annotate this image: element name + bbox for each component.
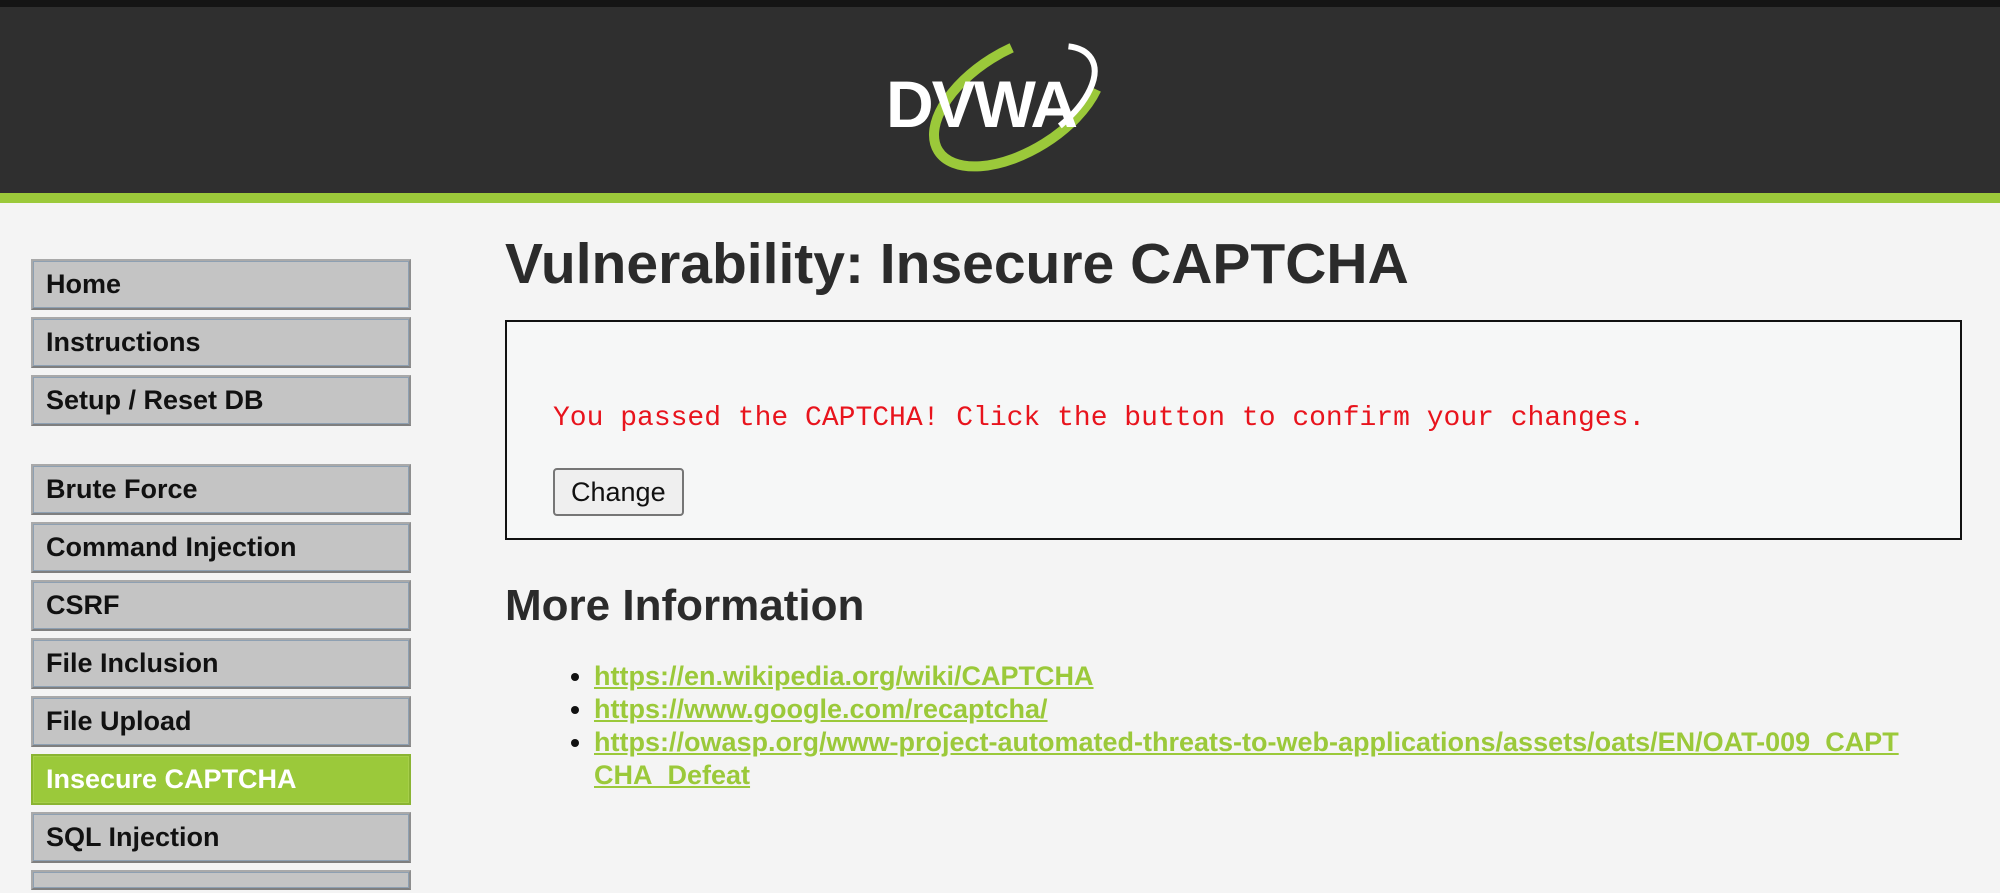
- site-header: DVWA: [0, 7, 2000, 193]
- header-accent-stripe: [0, 193, 2000, 203]
- sidebar-menu: Home Instructions Setup / Reset DB Brute…: [31, 259, 412, 890]
- dvwa-logo[interactable]: DVWA: [880, 29, 1130, 179]
- captcha-success-message: You passed the CAPTCHA! Click the button…: [553, 403, 1646, 434]
- sidebar-item-home[interactable]: Home: [31, 259, 411, 310]
- sidebar-item-csrf[interactable]: CSRF: [31, 580, 411, 631]
- menu-group-general: Home Instructions Setup / Reset DB: [31, 259, 412, 426]
- link-google-recaptcha[interactable]: https://www.google.com/recaptcha/: [594, 694, 1048, 724]
- link-owasp-oat-009[interactable]: https://owasp.org/www-project-automated-…: [594, 727, 1899, 790]
- change-button[interactable]: Change: [553, 468, 684, 516]
- list-item: https://owasp.org/www-project-automated-…: [594, 726, 1914, 792]
- sidebar-item-brute-force[interactable]: Brute Force: [31, 464, 411, 515]
- link-wikipedia-captcha[interactable]: https://en.wikipedia.org/wiki/CAPTCHA: [594, 661, 1094, 691]
- list-item: https://www.google.com/recaptcha/: [594, 693, 1914, 726]
- sidebar-item-command-injection[interactable]: Command Injection: [31, 522, 411, 573]
- vulnerability-box: You passed the CAPTCHA! Click the button…: [505, 320, 1962, 540]
- menu-group-vulnerabilities: Brute Force Command Injection CSRF File …: [31, 464, 412, 890]
- sidebar-item-file-upload[interactable]: File Upload: [31, 696, 411, 747]
- logo-text: DVWA: [886, 67, 1076, 141]
- main-content: Vulnerability: Insecure CAPTCHA You pass…: [505, 228, 1965, 792]
- sidebar-item-setup-reset-db[interactable]: Setup / Reset DB: [31, 375, 411, 426]
- page-title: Vulnerability: Insecure CAPTCHA: [505, 232, 1409, 296]
- more-information-links: https://en.wikipedia.org/wiki/CAPTCHA ht…: [505, 660, 1965, 792]
- sidebar-item-instructions[interactable]: Instructions: [31, 317, 411, 368]
- sidebar-item-insecure-captcha[interactable]: Insecure CAPTCHA: [31, 754, 411, 805]
- list-item: https://en.wikipedia.org/wiki/CAPTCHA: [594, 660, 1914, 693]
- top-border: [0, 0, 2000, 7]
- more-information-heading: More Information: [505, 581, 865, 630]
- sidebar-item-cut-off[interactable]: [31, 870, 411, 890]
- sidebar-item-sql-injection[interactable]: SQL Injection: [31, 812, 411, 863]
- sidebar-item-file-inclusion[interactable]: File Inclusion: [31, 638, 411, 689]
- dvwa-logo-graphic: DVWA: [886, 30, 1108, 172]
